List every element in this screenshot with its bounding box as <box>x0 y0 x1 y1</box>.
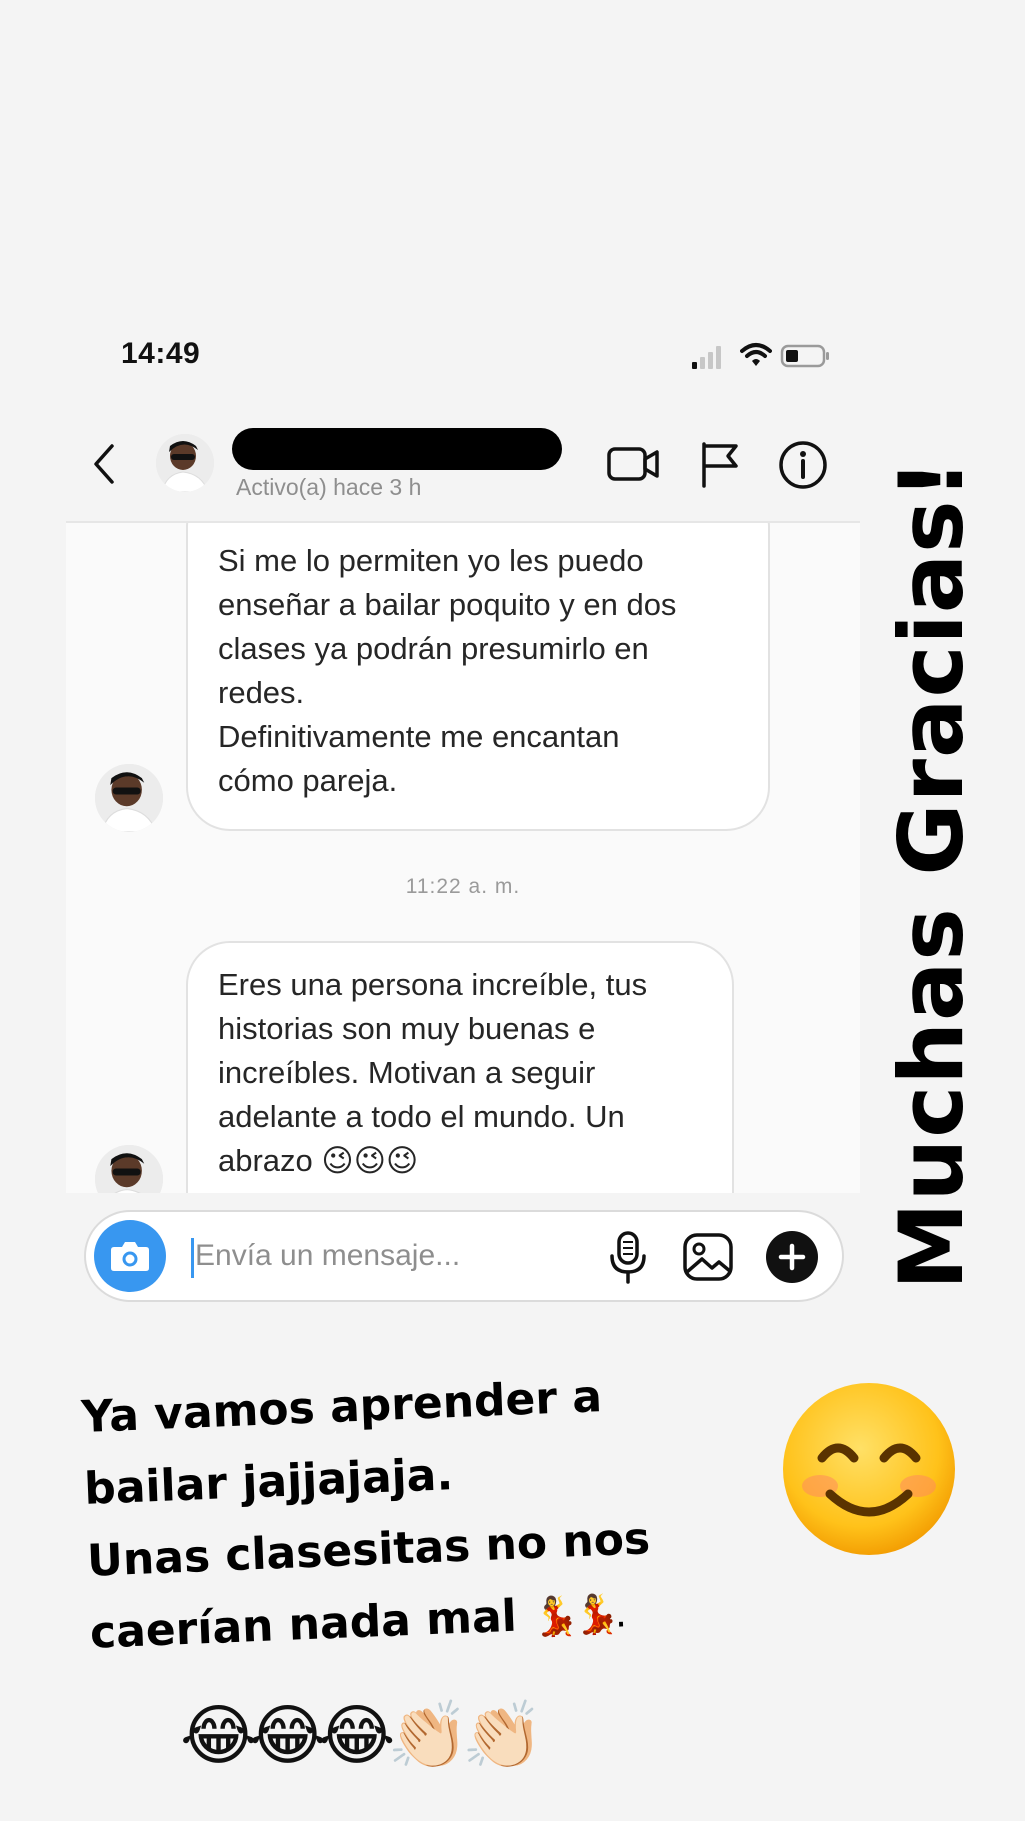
message-bubble: Eres una persona increíble, tus historia… <box>186 941 734 1193</box>
emoji-row: 😂😂😂👏🏻👏🏻 <box>180 1698 544 1772</box>
message-text: Eres una persona increíble, tus historia… <box>218 967 648 1178</box>
caption-line: caerían nada mal <box>89 1590 518 1659</box>
contact-avatar[interactable] <box>156 434 214 492</box>
status-time: 14:49 <box>121 337 201 370</box>
redacted-contact-name <box>232 428 562 470</box>
wifi-icon <box>740 343 772 366</box>
message-input[interactable] <box>195 1232 575 1280</box>
microphone-icon[interactable] <box>608 1230 648 1284</box>
active-status: Activo(a) hace 3 h <box>236 474 422 500</box>
plus-icon <box>778 1243 806 1271</box>
flag-icon[interactable] <box>698 440 740 488</box>
sender-avatar[interactable] <box>95 764 163 832</box>
story-caption: Ya vamos aprender a bailar jajjajaja. Un… <box>80 1354 791 1671</box>
gallery-icon[interactable] <box>682 1232 734 1282</box>
camera-button[interactable] <box>94 1220 166 1292</box>
dancer-emoji: 💃💃. <box>531 1591 622 1640</box>
back-chevron-icon[interactable] <box>90 440 118 488</box>
message-text: Si me lo permiten yo les puedo enseñar a… <box>218 543 677 798</box>
camera-icon <box>111 1242 149 1271</box>
message-thread[interactable]: Si me lo permiten yo les puedo enseñar a… <box>66 523 860 1193</box>
battery-icon <box>780 344 829 368</box>
overlay-thanks-text: Muchas Gracias! <box>880 458 983 1290</box>
video-call-icon[interactable] <box>606 444 660 484</box>
add-button[interactable] <box>766 1231 818 1283</box>
info-icon[interactable] <box>778 440 828 490</box>
text-cursor <box>191 1238 194 1278</box>
cellular-signal-icon <box>692 346 721 369</box>
message-bubble: Si me lo permiten yo les puedo enseñar a… <box>186 523 770 831</box>
smiling-face-emoji <box>783 1383 955 1555</box>
sender-avatar[interactable] <box>95 1145 163 1193</box>
message-timestamp: 11:22 a. m. <box>405 875 521 898</box>
